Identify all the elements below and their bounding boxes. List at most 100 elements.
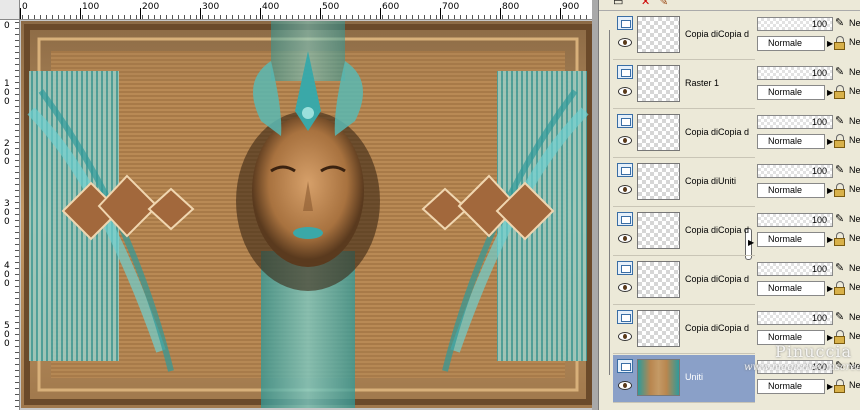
brush-icon[interactable]: ✎ (835, 310, 847, 324)
layer-row[interactable]: Copia diCopia d (613, 306, 755, 353)
layer-type-icon[interactable] (617, 114, 633, 128)
layer-type-icon[interactable] (617, 163, 633, 177)
blend-mode-select[interactable]: Normale (757, 281, 825, 296)
ruler-top-minor-tick (340, 15, 341, 19)
layer-name[interactable]: Copia diCopia d (685, 323, 755, 333)
ruler-left-minor-tick (15, 22, 19, 23)
ruler-left-minor-tick (15, 388, 19, 389)
ruler-left-minor-tick (15, 274, 19, 275)
opacity-field[interactable]: 100 (757, 311, 833, 325)
eye-icon[interactable] (618, 381, 632, 390)
eye-icon[interactable] (618, 283, 632, 292)
ruler-top-minor-tick (466, 15, 467, 19)
eye-icon[interactable] (618, 234, 632, 243)
ruler-left-minor-tick (15, 292, 19, 293)
blend-dropdown-arrow-icon[interactable]: ▶ (827, 36, 834, 51)
artwork-image[interactable] (21, 21, 595, 408)
ruler-top-minor-tick (106, 15, 107, 19)
ruler-left-minor-tick (15, 154, 19, 155)
layer-row[interactable]: Copia diCopia d (613, 208, 755, 255)
blend-mode-select[interactable]: Normale (757, 183, 825, 198)
ruler-top-minor-tick (220, 15, 221, 19)
eye-icon[interactable] (618, 185, 632, 194)
prop-suffix: Ne (849, 165, 860, 175)
blend-mode-select[interactable]: Normale (757, 232, 825, 247)
ruler-left-minor-tick (15, 70, 19, 71)
layer-row[interactable]: Copia diUniti (613, 159, 755, 206)
layer-row[interactable]: Copia diCopia d (613, 12, 755, 59)
layer-type-icon[interactable] (617, 261, 633, 275)
ruler-left-minor-tick (15, 136, 19, 137)
opacity-field[interactable]: 100 (757, 262, 833, 276)
eye-icon[interactable] (618, 332, 632, 341)
lock-icon[interactable] (834, 232, 847, 247)
layer-name[interactable]: Copia diUniti (685, 176, 755, 186)
eye-icon[interactable] (618, 38, 632, 47)
layer-row[interactable]: Raster 1 (613, 61, 755, 108)
brush-icon[interactable]: ✎ (835, 114, 847, 128)
blend-mode-select[interactable]: Normale (757, 36, 825, 51)
ruler-top-minor-tick (418, 15, 419, 19)
blend-dropdown-arrow-icon[interactable]: ▶ (827, 183, 834, 198)
brush-icon[interactable]: ✎ (835, 261, 847, 275)
blend-dropdown-arrow-icon[interactable]: ▶ (827, 85, 834, 100)
layer-row[interactable]: Copia diCopia d (613, 257, 755, 304)
ruler-top-minor-tick (268, 15, 269, 19)
lock-icon[interactable] (834, 183, 847, 198)
brush-icon[interactable]: ✎ (835, 212, 847, 226)
lock-icon[interactable] (834, 134, 847, 149)
brush-icon[interactable]: ✎ (659, 0, 668, 8)
blend-mode-select[interactable]: Normale (757, 134, 825, 149)
ruler-top-minor-tick (244, 15, 245, 19)
layer-name[interactable]: Uniti (685, 372, 755, 382)
ruler-top-minor-tick (520, 15, 521, 19)
layer-thumbnail (637, 163, 680, 200)
lock-icon[interactable] (834, 85, 847, 100)
layer-type-icon[interactable] (617, 359, 633, 373)
opacity-field[interactable]: 100 (757, 213, 833, 227)
ruler-left-minor-tick (15, 256, 19, 257)
ruler-left-minor-tick (15, 28, 19, 29)
lock-icon[interactable] (834, 281, 847, 296)
ruler-top-minor-tick (352, 15, 353, 19)
layer-type-icon[interactable] (617, 65, 633, 79)
opacity-field[interactable]: 100 (757, 17, 833, 31)
ruler-top-minor-tick (538, 15, 539, 19)
ruler-top-tick (20, 8, 21, 19)
layer-name[interactable]: Copia diCopia d (685, 29, 755, 39)
brush-icon[interactable]: ✎ (835, 65, 847, 79)
layer-name[interactable]: Raster 1 (685, 78, 755, 88)
layer-name[interactable]: Copia diCopia d (685, 225, 755, 235)
layer-row[interactable]: Uniti (613, 355, 755, 402)
eye-icon[interactable] (618, 87, 632, 96)
layer-name[interactable]: Copia diCopia d (685, 127, 755, 137)
ruler-top-minor-tick (130, 15, 131, 19)
image-canvas-area[interactable]: 0 100 200 300 400 500 600 700 800 900 0 1 0 0 2 0 0… (0, 0, 598, 410)
layer-type-icon[interactable] (617, 212, 633, 226)
lock-icon[interactable] (834, 379, 847, 394)
ruler-left-minor-tick (15, 328, 19, 329)
layer-type-icon[interactable] (617, 310, 633, 324)
close-icon[interactable]: ✕ (641, 0, 650, 8)
opacity-field[interactable]: 100 (757, 164, 833, 178)
layer-type-icon[interactable] (617, 16, 633, 30)
opacity-field[interactable]: 100 (757, 66, 833, 80)
eye-icon[interactable] (618, 136, 632, 145)
lock-icon[interactable] (834, 36, 847, 51)
opacity-field[interactable]: 100 (757, 115, 833, 129)
blend-dropdown-arrow-icon[interactable]: ▶ (827, 134, 834, 149)
ruler-top-minor-tick (442, 15, 443, 19)
prop-suffix: Ne (849, 233, 860, 243)
layer-row[interactable]: Copia diCopia d (613, 110, 755, 157)
brush-icon[interactable]: ✎ (835, 16, 847, 30)
blend-dropdown-arrow-icon[interactable]: ▶ (827, 232, 834, 247)
blend-mode-select[interactable]: Normale (757, 379, 825, 394)
prop-suffix: Ne (849, 135, 860, 145)
blend-dropdown-arrow-icon[interactable]: ▶ (827, 281, 834, 296)
brush-icon[interactable]: ✎ (835, 163, 847, 177)
new-layer-icon[interactable]: ▭ (613, 0, 623, 8)
blend-dropdown-arrow-icon[interactable]: ▶ (827, 379, 834, 394)
ruler-top-minor-tick (346, 15, 347, 19)
layer-name[interactable]: Copia diCopia d (685, 274, 755, 284)
blend-mode-select[interactable]: Normale (757, 85, 825, 100)
